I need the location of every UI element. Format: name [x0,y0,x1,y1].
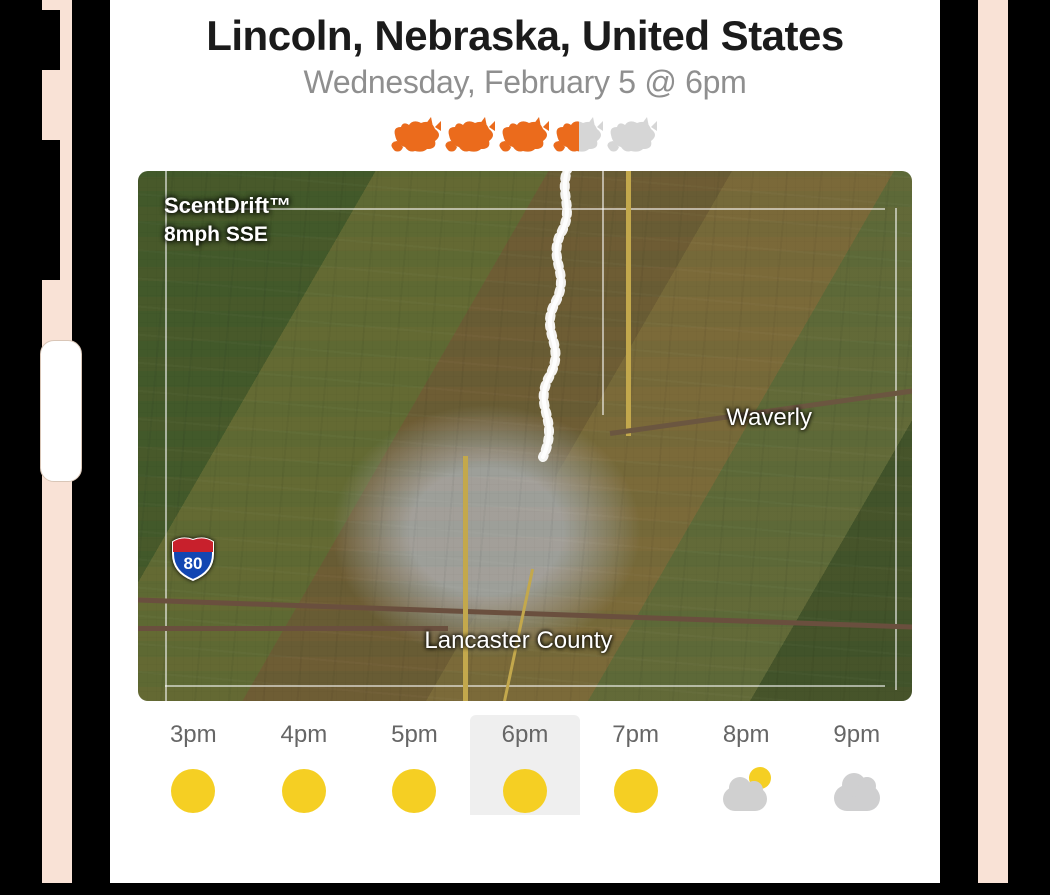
fox-rating-icon [607,115,659,155]
sun-icon [502,769,548,815]
hour-time-label: 6pm [470,721,581,749]
sun-icon [613,769,659,815]
hour-column[interactable]: 8pm [691,715,802,815]
cloudy-icon [834,769,880,815]
fox-rating-icon [391,115,443,155]
partly-cloudy-icon [723,769,769,815]
hour-time-label: 5pm [359,721,470,749]
hour-time-label: 3pm [138,721,249,749]
interstate-shield-icon: 80 [170,536,216,582]
sun-icon [391,769,437,815]
hour-column[interactable]: 3pm [138,715,249,815]
activity-rating [138,115,912,155]
hour-time-label: 4pm [249,721,360,749]
hour-column[interactable]: 9pm [801,715,912,815]
hour-time-label: 8pm [691,721,802,749]
hour-column[interactable]: 7pm [580,715,691,815]
location-title: Lincoln, Nebraska, United States [138,12,912,60]
fox-rating-icon [499,115,551,155]
phone-side-button-b [14,140,60,280]
map-overlay-box: ScentDrift™ 8mph SSE [164,193,291,247]
hour-time-label: 7pm [580,721,691,749]
map-place-label: Lancaster County [424,627,612,655]
phone-chassis-right [978,0,1008,883]
phone-bezel-right [940,0,978,883]
sun-icon [170,769,216,815]
hour-time-label: 9pm [801,721,912,749]
scentdrift-label: ScentDrift™ [164,193,291,219]
hour-column[interactable]: 5pm [359,715,470,815]
map-place-label: Waverly [726,404,812,432]
datetime-subtitle: Wednesday, February 5 @ 6pm [138,64,912,101]
app-screen: Lincoln, Nebraska, United States Wednesd… [110,0,940,883]
background-ghost-panel [40,340,82,482]
map-view[interactable]: 80 ScentDrift™ 8mph SSE Waverly Lancaster… [138,171,912,701]
hourly-forecast-strip[interactable]: 3pm4pm5pm6pm7pm8pm9pm [138,715,912,815]
phone-side-button-a [14,10,60,70]
map-road [626,171,631,436]
fox-rating-icon [553,115,605,155]
wind-value-label: 8mph SSE [164,223,291,247]
hour-column[interactable]: 4pm [249,715,360,815]
map-road [463,456,468,701]
map-road [138,626,448,631]
sun-icon [281,769,327,815]
fox-rating-icon [445,115,497,155]
hour-column[interactable]: 6pm [470,715,581,815]
interstate-shield-number: 80 [184,554,203,573]
